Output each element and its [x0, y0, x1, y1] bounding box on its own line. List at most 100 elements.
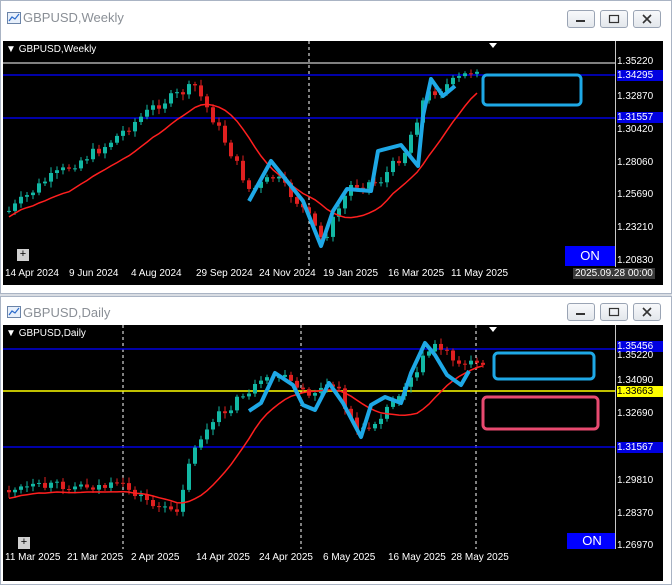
weekly-plot[interactable]: ▼ GBPUSD,Weekly ON	[3, 41, 615, 267]
candle-body	[169, 506, 173, 510]
candle-body	[457, 360, 461, 364]
weekly-candles	[3, 41, 615, 267]
candle-body	[373, 424, 377, 429]
candle-body	[481, 362, 485, 365]
price-label: 1.23210	[617, 222, 654, 233]
candle-body	[265, 377, 269, 381]
price-label: 1.32870	[617, 91, 654, 102]
daily-chart-area[interactable]: ▼ GBPUSD,Daily ON 1.35456 1.35220 1.3409…	[3, 325, 664, 551]
candle-body	[397, 160, 401, 164]
on-button[interactable]: ON	[567, 533, 615, 549]
price-label: 1.35220	[617, 56, 654, 67]
minimize-button[interactable]	[567, 303, 595, 321]
candle-body	[409, 134, 413, 153]
chart-symbol-text: GBPUSD,Weekly	[18, 44, 97, 55]
daily-plot[interactable]: ▼ GBPUSD,Daily ON	[3, 325, 615, 549]
candle-body	[109, 142, 113, 148]
candle-body	[37, 183, 41, 193]
candle-body	[133, 121, 137, 132]
restore-button[interactable]	[600, 10, 628, 28]
candle-body	[19, 196, 23, 204]
candle-body	[103, 147, 107, 154]
candle-body	[451, 350, 455, 361]
date-label: 24 Nov 2024	[259, 268, 316, 279]
candle-body	[205, 429, 209, 440]
candle-body	[421, 355, 425, 373]
price-axis[interactable]: 1.35220 1.34295 1.32870 1.31557 1.30420 …	[615, 41, 664, 267]
candle-body	[211, 107, 215, 123]
daily-chart-window[interactable]: GBPUSD,Daily ▼ GBPUSD,Daily ON 1.35456 1…	[0, 296, 672, 585]
collapse-triangle-icon[interactable]: ▼	[6, 328, 16, 339]
date-label: 16 Mar 2025	[388, 268, 445, 279]
candle-body	[169, 93, 173, 104]
candle-body	[457, 76, 461, 78]
candle-body	[313, 393, 317, 396]
price-label: 1.31567	[617, 442, 663, 453]
date-label: 24 Apr 2025	[259, 552, 313, 563]
candle-body	[55, 170, 59, 174]
candle-body	[55, 481, 59, 483]
candle-body	[175, 509, 179, 512]
candle-body	[217, 411, 221, 423]
candle-body	[163, 103, 167, 109]
candle-body	[469, 360, 473, 365]
date-label: 29 Sep 2024	[196, 268, 253, 279]
window-titlebar[interactable]: GBPUSD,Weekly	[1, 1, 671, 37]
candle-body	[97, 148, 101, 154]
candle-body	[79, 160, 83, 169]
candle-body	[199, 439, 203, 448]
candle-body	[13, 203, 17, 211]
price-label: 1.28060	[617, 157, 654, 168]
candle-body	[25, 195, 29, 197]
candle-body	[235, 156, 239, 161]
time-axis[interactable]: 14 Apr 2024 9 Jun 2024 4 Aug 2024 29 Sep…	[3, 267, 663, 285]
date-label: 21 Mar 2025	[67, 552, 124, 563]
target-box-drawing	[492, 351, 596, 381]
price-label: 1.33663	[617, 386, 663, 397]
candle-body	[7, 490, 11, 493]
price-label: 1.25690	[617, 189, 654, 200]
candle-body	[97, 485, 101, 490]
candle-body	[463, 73, 467, 77]
window-title: GBPUSD,Weekly	[23, 10, 124, 25]
candle-body	[247, 393, 251, 397]
restore-button[interactable]	[600, 303, 628, 321]
minimize-button[interactable]	[567, 10, 595, 28]
window-title: GBPUSD,Daily	[23, 305, 111, 320]
weekly-chart-area[interactable]: ▼ GBPUSD,Weekly ON 1.35220 1.34295 1.328…	[3, 41, 663, 267]
price-label: 1.28370	[617, 508, 654, 519]
candle-body	[79, 484, 83, 487]
candle-body	[43, 181, 47, 184]
close-button[interactable]	[633, 10, 661, 28]
add-indicator-plus-icon[interactable]: +	[17, 249, 29, 261]
collapse-triangle-icon[interactable]: ▼	[6, 44, 16, 55]
close-button[interactable]	[633, 303, 661, 321]
candle-body	[139, 116, 143, 122]
candle-body	[157, 105, 161, 109]
chart-symbol-text: GBPUSD,Daily	[18, 328, 86, 339]
candle-body	[265, 177, 269, 182]
price-label: 1.34090	[617, 375, 654, 386]
candle-body	[157, 506, 161, 508]
date-label: 9 Jun 2024	[69, 268, 119, 279]
candle-body	[127, 130, 131, 132]
time-axis[interactable]: 11 Mar 2025 21 Mar 2025 2 Apr 2025 14 Ap…	[3, 549, 663, 581]
candle-body	[241, 160, 245, 181]
candle-body	[73, 168, 77, 170]
date-label: 2 Apr 2025	[131, 552, 180, 563]
candle-body	[73, 486, 77, 490]
add-indicator-plus-icon[interactable]: +	[18, 537, 30, 549]
price-axis[interactable]: 1.35456 1.35220 1.34090 1.33663 1.32690 …	[615, 325, 664, 551]
candle-body	[415, 372, 419, 378]
candle-body	[67, 167, 71, 169]
date-label: 4 Aug 2024	[131, 268, 182, 279]
weekly-chart-window[interactable]: GBPUSD,Weekly ▼ GBPUSD,Weekly ON 1.35220…	[0, 0, 672, 294]
candle-body	[187, 463, 191, 490]
target-box-drawing	[481, 73, 583, 107]
candle-body	[463, 363, 467, 365]
date-label: 11 May 2025	[451, 268, 509, 279]
candle-body	[475, 71, 479, 74]
candle-body	[43, 482, 47, 488]
on-button[interactable]: ON	[565, 246, 615, 266]
price-label: 1.35220	[617, 350, 654, 361]
